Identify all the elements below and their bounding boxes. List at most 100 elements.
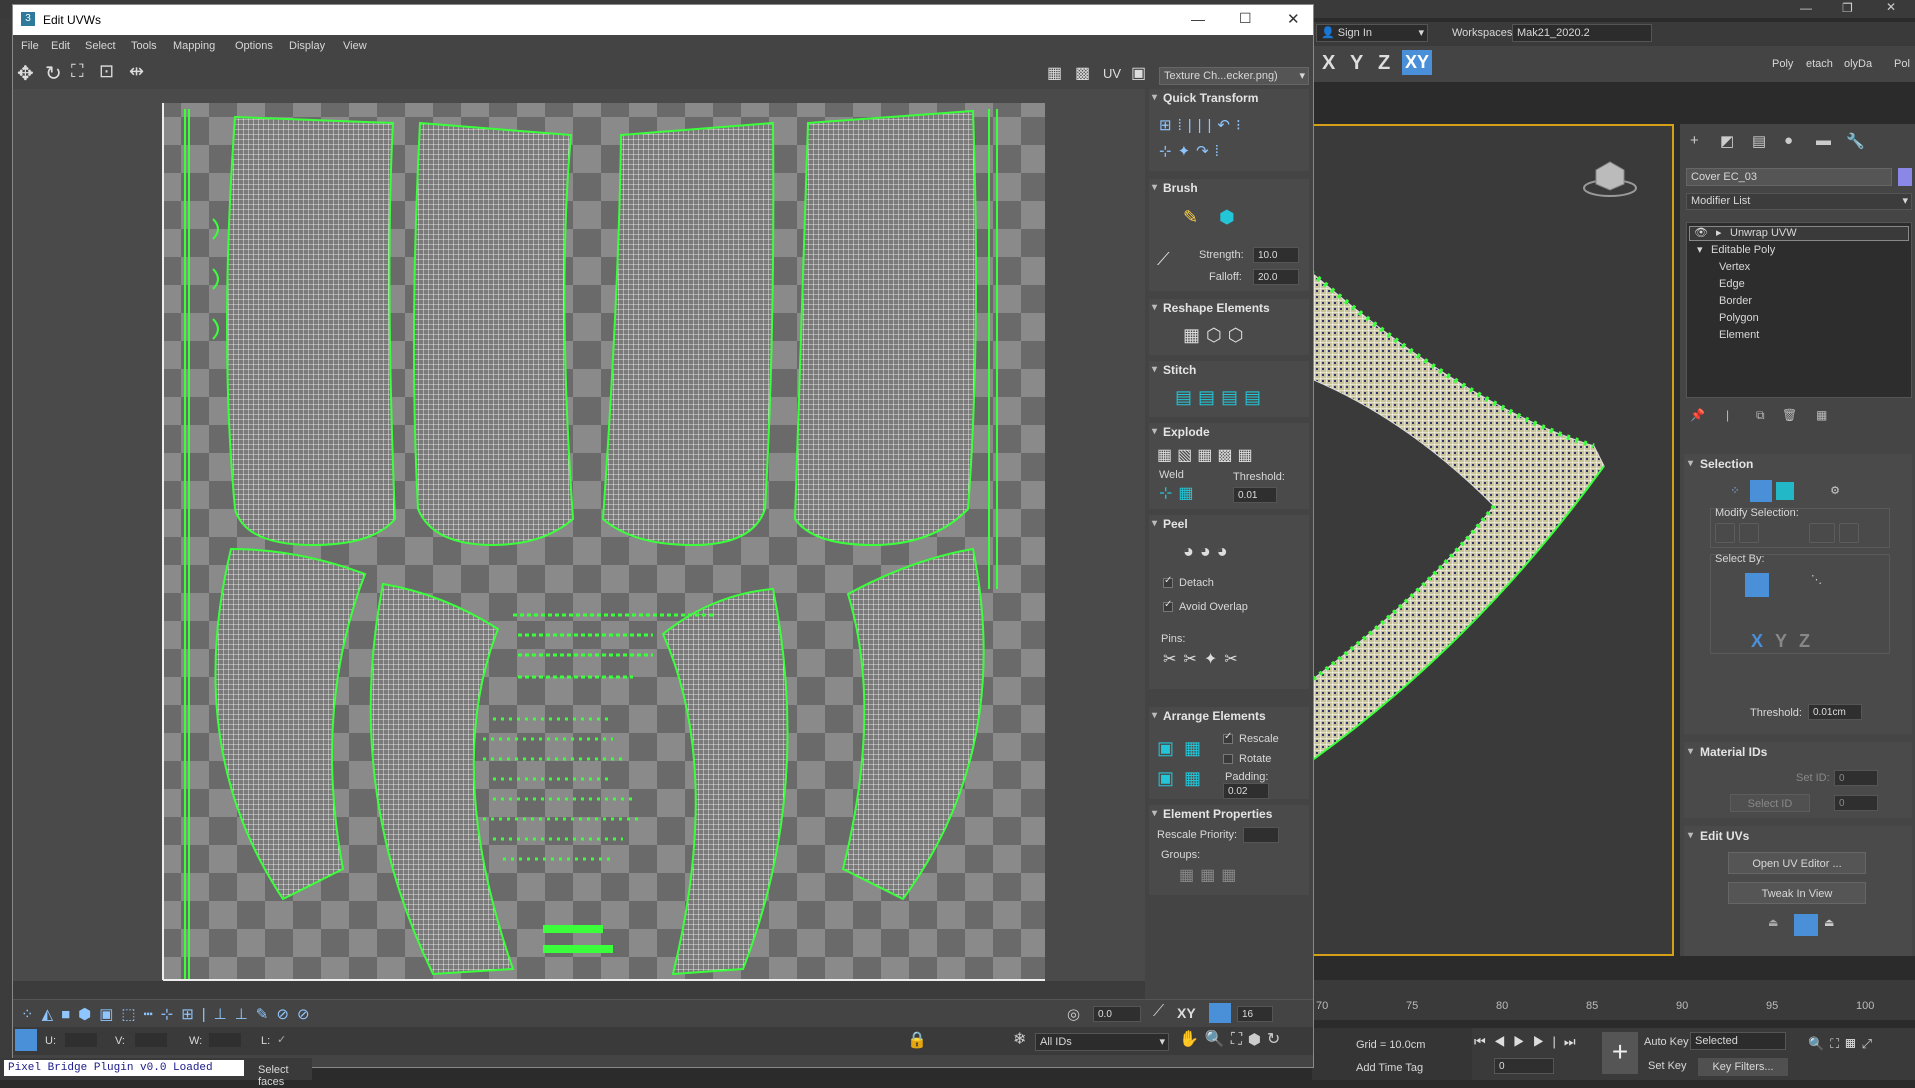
stack-item-editable-poly[interactable]: ▾ Editable Poly	[1689, 243, 1775, 258]
vertex-select-button[interactable]: ⁘	[1724, 480, 1746, 502]
relax-brush-icon[interactable]: ⬢	[1219, 207, 1235, 228]
scale-icon[interactable]: ⛶	[71, 61, 84, 82]
eye-icon[interactable]: 👁	[1694, 227, 1708, 240]
arrange-tools[interactable]: ▣▦ ▣▦	[1157, 733, 1211, 793]
select-id-button[interactable]: Select ID	[1730, 794, 1810, 812]
utilities-tab-icon[interactable]: 🔧	[1846, 132, 1865, 150]
menu-tools[interactable]: Tools	[131, 40, 157, 52]
peel-tools[interactable]: ◕◕◕	[1183, 541, 1234, 562]
display-tab-icon[interactable]: ▬	[1816, 132, 1831, 149]
freeform-icon[interactable]: ⊡	[99, 61, 114, 82]
padding-spinner[interactable]: 0.02	[1223, 783, 1269, 799]
menu-view[interactable]: View	[343, 40, 367, 52]
make-unique-icon[interactable]: ⧉	[1756, 408, 1765, 423]
reshape-tools[interactable]: ▦⬡⬡	[1183, 325, 1249, 346]
hierarchy-tab-icon[interactable]: ▤	[1752, 132, 1766, 150]
edit-uvs-tool-b[interactable]	[1794, 914, 1818, 936]
reshape-header[interactable]: Reshape Elements	[1149, 299, 1309, 317]
rescale-checkbox[interactable]: Rescale	[1223, 731, 1279, 745]
stack-item-edge[interactable]: Edge	[1719, 277, 1745, 292]
stack-item-vertex[interactable]: Vertex	[1719, 260, 1750, 275]
coord-toggle-icon[interactable]	[15, 1029, 37, 1051]
stack-item-polygon[interactable]: Polygon	[1719, 311, 1759, 326]
mirror-icon[interactable]: ⇹	[129, 61, 144, 82]
remove-modifier-icon[interactable]: 🗑	[1782, 408, 1797, 422]
view-nav-icons[interactable]: ✋🔍⛶⬢↻	[1179, 1029, 1286, 1049]
grid-snap-spinner[interactable]: 16	[1237, 1006, 1273, 1022]
uv-label[interactable]: UV	[1103, 66, 1121, 81]
object-color-swatch[interactable]	[1898, 168, 1912, 186]
motion-tab-icon[interactable]: ●	[1784, 132, 1793, 149]
avoid-overlap-checkbox[interactable]: Avoid Overlap	[1163, 599, 1248, 613]
minimize-icon[interactable]: —	[1800, 1, 1812, 15]
set-key-big-button[interactable]: +	[1602, 1032, 1638, 1074]
tweak-in-view-button[interactable]: Tweak In View	[1728, 882, 1866, 904]
texture-icon[interactable]: ▣	[1131, 63, 1146, 83]
workspace-dropdown[interactable]: Mak21_2020.2	[1512, 24, 1652, 42]
selection-threshold-spinner[interactable]: 0.01cm	[1808, 704, 1862, 720]
selection-mode-tools[interactable]: ⁘◭■⬢▣⬚┅⊹⊞|⊥⊥✎⊘⊘	[21, 1005, 318, 1023]
open-uv-editor-button[interactable]: Open UV Editor ...	[1728, 852, 1866, 874]
peel-header[interactable]: Peel	[1149, 515, 1309, 533]
pins-tools[interactable]: ✂✂✦✂	[1163, 649, 1245, 669]
lock-icon[interactable]: 🔒	[907, 1030, 927, 1050]
create-tab-icon[interactable]: +	[1690, 132, 1699, 149]
edge-select-button[interactable]	[1750, 480, 1772, 502]
axis-y-button[interactable]: Y	[1350, 52, 1363, 75]
modifier-list-dropdown[interactable]: Modifier List ▾	[1686, 193, 1912, 210]
loop-selection-button[interactable]	[1809, 523, 1835, 543]
u-field[interactable]	[65, 1033, 97, 1047]
stack-item-border[interactable]: Border	[1719, 294, 1752, 309]
all-ids-dropdown[interactable]: All IDs ▾	[1035, 1033, 1169, 1051]
explode-header[interactable]: Explode	[1149, 423, 1309, 441]
snow-icon[interactable]: ❄	[1013, 1029, 1026, 1049]
brush-header[interactable]: Brush	[1149, 179, 1309, 197]
stack-item-unwrap[interactable]: 👁 ▸ Unwrap UVW	[1689, 226, 1909, 241]
ribbon-polyda-tab[interactable]: olyDa	[1844, 58, 1872, 70]
texture-dropdown[interactable]: Texture Ch...ecker.png) ▾	[1159, 67, 1309, 85]
rotate-checkbox[interactable]: Rotate	[1223, 753, 1271, 765]
axis-xy-button[interactable]: XY	[1402, 50, 1433, 75]
ribbon-pol-tab[interactable]: Pol	[1894, 58, 1910, 70]
groups-tools[interactable]: ▦▦▦	[1179, 865, 1242, 885]
brush-line-icon[interactable]: ⟋	[1157, 249, 1170, 270]
face-select-button[interactable]	[1776, 482, 1794, 500]
edit-uvs-tool-a[interactable]: ⏏	[1768, 916, 1788, 936]
configure-sets-icon[interactable]: ▦	[1816, 408, 1827, 422]
restore-icon[interactable]: ❐	[1842, 1, 1853, 15]
rotate-icon[interactable]: ↻	[45, 61, 62, 86]
material-ids-header[interactable]: Material IDs	[1684, 742, 1912, 762]
sign-in-dropdown[interactable]: 👤 Sign In ▾	[1316, 24, 1428, 42]
select-by-element-icon[interactable]	[1745, 573, 1769, 597]
mirror-y-button[interactable]: Y	[1775, 631, 1787, 652]
menu-select[interactable]: Select	[85, 40, 116, 52]
shrink-selection-button[interactable]	[1739, 523, 1759, 543]
soft-select-spinner[interactable]: 0.0	[1093, 1006, 1141, 1022]
falloff-spinner[interactable]: 20.0	[1253, 269, 1299, 285]
show-end-result-icon[interactable]: |	[1726, 408, 1729, 422]
select-id-spinner[interactable]: 0	[1834, 795, 1878, 811]
set-key-button[interactable]: Set Key	[1648, 1060, 1687, 1072]
ribbon-detach-tab[interactable]: etach	[1806, 58, 1833, 70]
detach-checkbox[interactable]: Detach	[1163, 575, 1214, 589]
current-frame[interactable]: 0	[1494, 1058, 1554, 1074]
collapse-arrow-icon[interactable]: ▾	[1697, 243, 1703, 258]
menu-options[interactable]: Options	[235, 40, 273, 52]
menu-edit[interactable]: Edit	[51, 40, 70, 52]
expand-arrow-icon[interactable]: ▸	[1716, 227, 1722, 240]
move-icon[interactable]: ✥	[17, 61, 34, 86]
minimize-icon[interactable]: —	[1191, 11, 1205, 27]
grid-snap-icon[interactable]	[1209, 1003, 1231, 1023]
pin-stack-icon[interactable]: 📌	[1690, 408, 1705, 422]
select-by-edge-icon[interactable]: ⋱	[1811, 573, 1835, 597]
selection-rollout-header[interactable]: Selection	[1684, 454, 1912, 474]
edit-uvs-tool-c[interactable]: ⏏	[1824, 916, 1844, 936]
menu-display[interactable]: Display	[289, 40, 325, 52]
w-field[interactable]	[209, 1033, 241, 1047]
close-icon[interactable]: ✕	[1886, 0, 1896, 14]
element-props-header[interactable]: Element Properties	[1149, 805, 1309, 823]
arrange-header[interactable]: Arrange Elements	[1149, 707, 1309, 725]
playback-controls[interactable]: ⏮◀▶▶|⏭	[1474, 1034, 1584, 1050]
close-icon[interactable]: ✕	[1287, 10, 1300, 28]
v-field[interactable]	[135, 1033, 167, 1047]
